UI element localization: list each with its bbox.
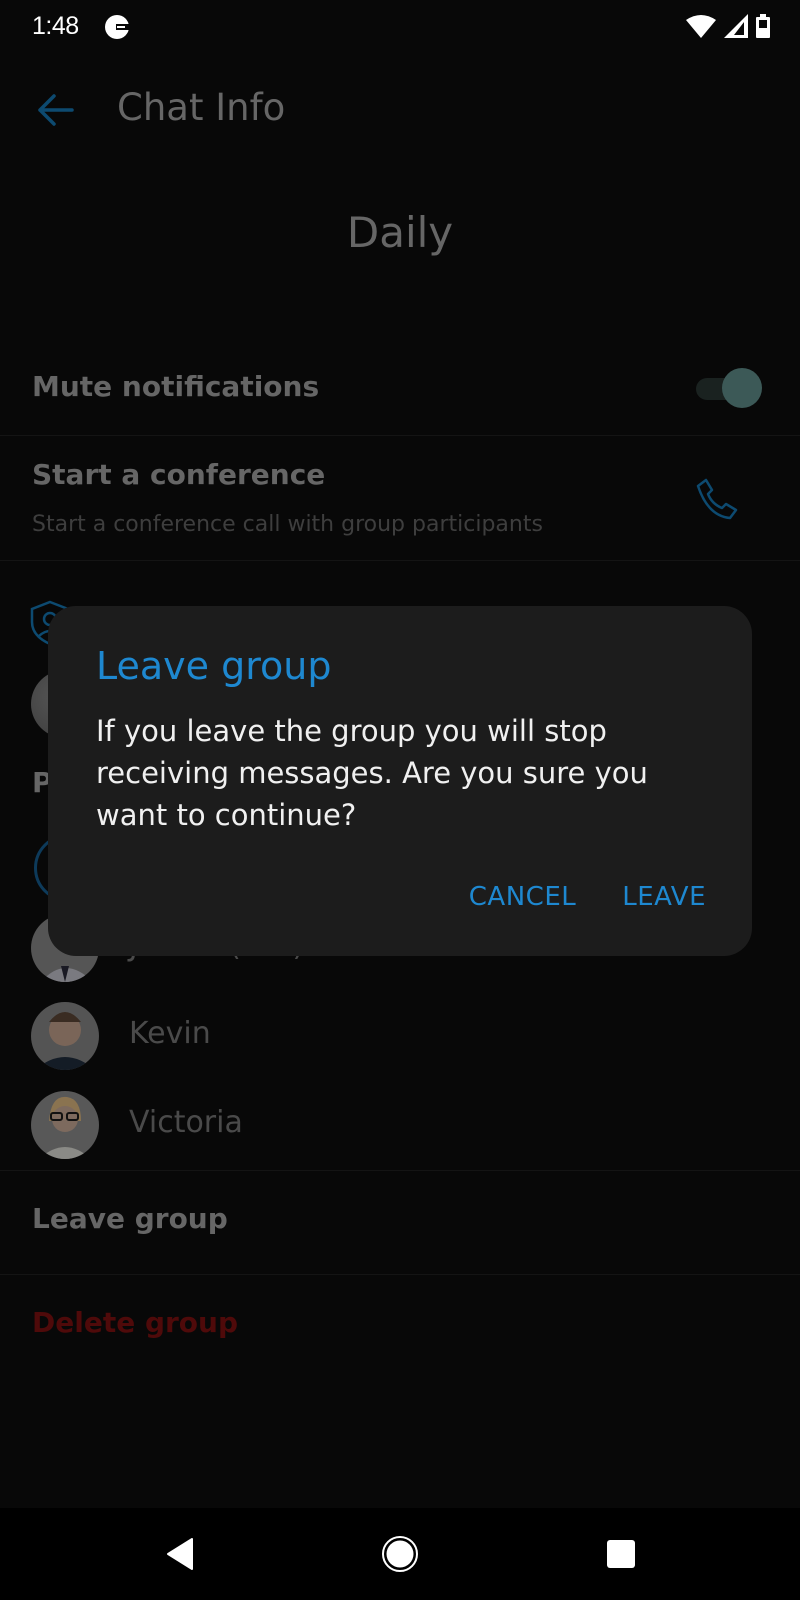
app-bar: Chat Info [0,56,800,166]
phone-icon[interactable] [694,476,740,522]
leave-group-dialog: Leave group If you leave the group you w… [48,606,752,956]
member-row[interactable]: Kevin [0,1002,800,1082]
avatar [31,1002,99,1070]
dialog-actions: CANCEL LEAVE [469,882,706,912]
member-row[interactable]: Victoria [0,1091,800,1171]
dialog-message: If you leave the group you will stop rec… [96,714,648,832]
system-nav-bar [0,1508,800,1600]
group-name: Daily [346,208,454,257]
nav-home-button[interactable] [378,1532,422,1576]
mute-notifications-row[interactable]: Mute notifications [0,340,800,436]
nav-home-icon [382,1536,418,1572]
start-conference-label: Start a conference [32,458,326,491]
member-name: Kevin [129,1016,211,1051]
status-time: 1:48 [32,12,79,40]
mute-notifications-toggle[interactable] [696,368,762,408]
signal-icon [724,14,748,38]
leave-group-label: Leave group [32,1202,228,1235]
nav-back-button[interactable] [158,1532,202,1576]
dialog-title: Leave group [96,644,332,688]
battery-icon [756,14,770,38]
nav-back-icon [167,1538,193,1570]
wifi-icon [686,15,716,38]
g-app-icon [105,15,130,39]
cancel-button[interactable]: CANCEL [469,882,576,912]
divider [0,560,800,561]
member-name: Victoria [129,1105,243,1140]
nav-recents-button[interactable] [599,1532,643,1576]
page-title: Chat Info [117,86,286,129]
status-bar: 1:48 [0,0,800,56]
start-conference-subtitle: Start a conference call with group parti… [32,512,543,537]
delete-group-label: Delete group [32,1306,239,1339]
leave-button[interactable]: LEAVE [622,882,706,912]
avatar [31,1091,99,1159]
nav-recents-icon [607,1540,635,1568]
leave-group-row[interactable]: Leave group [0,1171,800,1274]
delete-group-row[interactable]: Delete group [0,1275,800,1375]
toggle-thumb [722,368,762,408]
mute-notifications-label: Mute notifications [32,370,320,403]
start-conference-row[interactable]: Start a conference [0,436,800,560]
arrow-left-icon[interactable] [36,90,76,130]
